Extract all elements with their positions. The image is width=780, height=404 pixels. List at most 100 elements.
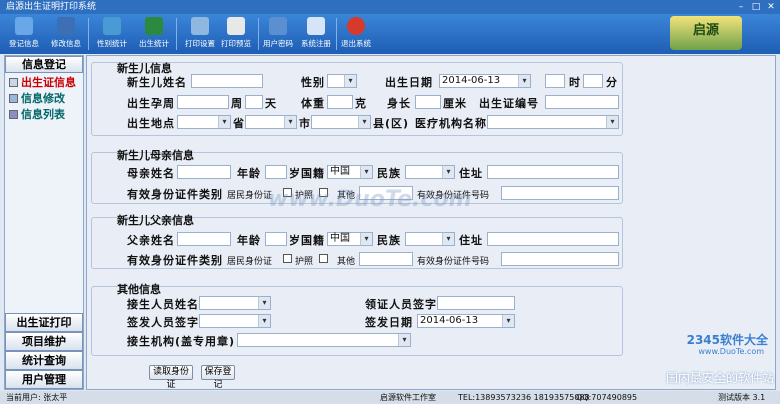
- gender-select[interactable]: [327, 74, 357, 88]
- register-button[interactable]: 登记信息: [4, 16, 44, 52]
- sidebar-header-print[interactable]: 出生证打印: [5, 313, 83, 332]
- mother-ethnic-label: 民族: [377, 167, 401, 180]
- birth-date-picker[interactable]: 2014-06-13: [439, 74, 531, 88]
- city-select[interactable]: [245, 115, 297, 129]
- sidebar-item-list[interactable]: 信息列表: [5, 107, 83, 123]
- print-settings-button[interactable]: 打印设置: [180, 16, 220, 52]
- status-qq: QQ:707490895: [576, 393, 638, 402]
- form-icon: [9, 78, 18, 87]
- minute-label: 分: [606, 76, 618, 89]
- father-name-input[interactable]: [177, 232, 231, 246]
- newborn-name-input[interactable]: [191, 74, 263, 88]
- gender-stats-button[interactable]: 性别统计: [92, 16, 132, 52]
- sidebar-header-users[interactable]: 用户管理: [5, 370, 83, 389]
- district-select[interactable]: [311, 115, 371, 129]
- edit-icon: [9, 94, 18, 103]
- father-passport-checkbox[interactable]: [319, 254, 328, 263]
- app-logo: 启源: [670, 16, 742, 50]
- read-id-card-button[interactable]: 读取身份证: [149, 365, 193, 390]
- father-ethnic-select[interactable]: [405, 232, 455, 246]
- mother-name-input[interactable]: [177, 165, 231, 179]
- father-age-input[interactable]: [265, 232, 287, 246]
- gestation-day-input[interactable]: [245, 95, 263, 109]
- father-other-label: 其他: [337, 257, 356, 267]
- toolbar: 登记信息 修改信息 性别统计 出生统计 打印设置 打印预览 用户密码 系统注册 …: [0, 14, 780, 54]
- father-name-label: 父亲姓名: [127, 234, 175, 247]
- mother-address-input[interactable]: [487, 165, 619, 179]
- deliver-institution-label: 接生机构(盖专用章): [127, 335, 236, 348]
- weight-input[interactable]: [327, 95, 353, 109]
- week-label: 周: [231, 97, 243, 110]
- gram-label: 克: [355, 97, 367, 110]
- issue-date-picker[interactable]: 2014-06-13: [417, 314, 515, 328]
- province-select[interactable]: [177, 115, 231, 129]
- status-studio: 启源软件工作室: [380, 393, 436, 402]
- cert-no-input[interactable]: [545, 95, 619, 109]
- mother-id-no-input[interactable]: [501, 186, 619, 200]
- gender-stats-icon: [103, 17, 121, 35]
- edit-button[interactable]: 修改信息: [46, 16, 86, 52]
- institution-label: 医疗机构名称: [415, 117, 487, 130]
- father-passport-label: 护照: [295, 257, 314, 267]
- deliver-institution-select[interactable]: [237, 333, 411, 347]
- deliverer-label: 接生人员姓名: [127, 298, 199, 311]
- sidebar: 信息登记 出生证信息 信息修改 信息列表 出生证打印 项目维护 统计查询 用户管…: [4, 55, 84, 390]
- list-icon: [9, 110, 18, 119]
- system-register-button[interactable]: 系统注册: [296, 16, 336, 52]
- mother-ethnic-select[interactable]: [405, 165, 455, 179]
- watermark-site-url: www.DuoTe.com: [698, 347, 764, 356]
- sidebar-item-birth-info[interactable]: 出生证信息: [5, 75, 83, 91]
- father-age-unit: 岁: [289, 234, 301, 247]
- birth-minute-input[interactable]: [583, 74, 603, 88]
- province-label: 省: [233, 117, 245, 130]
- save-button[interactable]: 保存登记: [201, 365, 235, 390]
- height-input[interactable]: [415, 95, 441, 109]
- father-id-card-label: 居民身份证: [227, 257, 273, 267]
- birth-stats-button[interactable]: 出生统计: [134, 16, 174, 52]
- height-label: 身长: [387, 97, 411, 110]
- district-label: 县(区): [373, 117, 410, 130]
- sidebar-header-statistics[interactable]: 统计查询: [5, 351, 83, 370]
- other-info-title: 其他信息: [117, 283, 161, 296]
- issuer-sign-select[interactable]: [199, 314, 271, 328]
- birth-hour-input[interactable]: [545, 74, 565, 88]
- cert-no-label: 出生证编号: [479, 97, 539, 110]
- mother-age-input[interactable]: [265, 165, 287, 179]
- birth-date-label: 出生日期: [385, 76, 433, 89]
- hour-label: 时: [569, 76, 581, 89]
- city-label: 市: [299, 117, 311, 130]
- newborn-name-label: 新生儿姓名: [127, 76, 187, 89]
- exit-button[interactable]: 退出系统: [336, 16, 376, 52]
- father-address-label: 住址: [459, 234, 483, 247]
- close-icon[interactable]: ✕: [764, 1, 778, 13]
- gestation-week-input[interactable]: [177, 95, 229, 109]
- deliverer-select[interactable]: [199, 296, 271, 310]
- birth-stats-icon: [145, 17, 163, 35]
- minimize-icon[interactable]: –: [734, 1, 748, 13]
- cm-label: 厘米: [443, 97, 467, 110]
- day-label: 天: [265, 97, 277, 110]
- father-other-input[interactable]: [359, 252, 413, 266]
- watermark-slogan: 国内最安全的软件站: [665, 371, 774, 385]
- watermark-site: 2345软件大全: [686, 333, 768, 347]
- title-bar: 启源出生证明打印系统 – □ ✕: [0, 0, 780, 14]
- father-id-no-input[interactable]: [501, 252, 619, 266]
- father-address-input[interactable]: [487, 232, 619, 246]
- sidebar-header-maintenance[interactable]: 项目维护: [5, 332, 83, 351]
- edit-icon: [57, 17, 75, 35]
- mother-id-type-label: 有效身份证件类别: [127, 188, 223, 201]
- user-password-button[interactable]: 用户密码: [258, 16, 298, 52]
- user-password-icon: [269, 17, 287, 35]
- father-title: 新生儿父亲信息: [117, 214, 194, 227]
- father-nationality-select[interactable]: 中国: [327, 232, 373, 246]
- watermark-text: www.DuoTe.com: [268, 187, 472, 212]
- mother-nationality-select[interactable]: 中国: [327, 165, 373, 179]
- maximize-icon[interactable]: □: [749, 1, 763, 13]
- institution-select[interactable]: [487, 115, 619, 129]
- register-icon: [15, 17, 33, 35]
- father-id-card-checkbox[interactable]: [283, 254, 292, 263]
- receiver-sign-input[interactable]: [437, 296, 515, 310]
- sidebar-item-modify[interactable]: 信息修改: [5, 91, 83, 107]
- print-preview-button[interactable]: 打印预览: [216, 16, 256, 52]
- sidebar-header-register[interactable]: 信息登记: [5, 56, 83, 73]
